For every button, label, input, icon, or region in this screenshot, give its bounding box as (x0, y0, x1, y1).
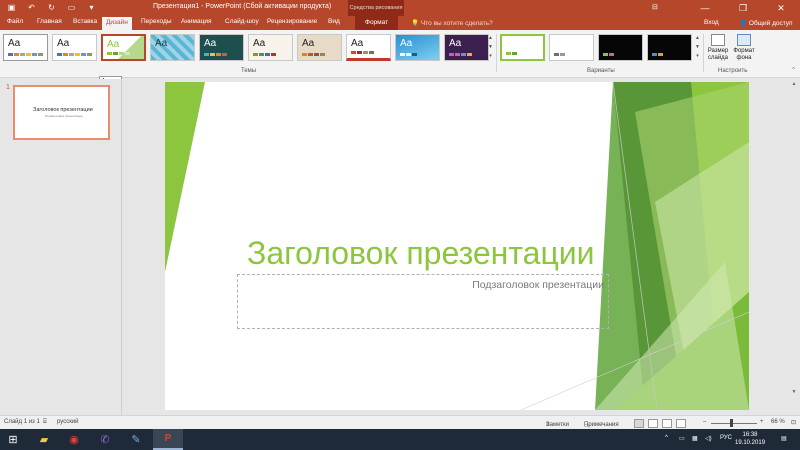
sign-in-link[interactable]: Вход (704, 19, 719, 26)
share-button[interactable]: 👤 Общий доступ (739, 19, 793, 27)
ribbon-tabs: Файл Главная Вставка Дизайн Переходы Ани… (0, 16, 800, 30)
customize-qat-icon[interactable]: ▾ (86, 2, 97, 13)
close-icon[interactable]: ✕ (762, 0, 800, 16)
minimize-icon[interactable]: — (686, 0, 724, 16)
tab-insert[interactable]: Вставка (73, 18, 97, 25)
tab-format[interactable]: Формат (355, 16, 399, 30)
ribbon-separator (496, 34, 497, 72)
zoom-in-icon[interactable]: + (760, 419, 764, 425)
powerpoint-taskbar-icon[interactable]: P (153, 429, 183, 450)
quick-access-toolbar: ▣ ↶ ↻ ▭ ▾ (6, 2, 97, 13)
variant-3[interactable] (598, 34, 643, 61)
zoom-slider-thumb[interactable] (730, 419, 733, 427)
pane-divider[interactable] (121, 79, 122, 415)
slide-size-button[interactable]: Размер слайда (705, 34, 731, 62)
fit-slide-icon[interactable]: ⊡ (791, 419, 796, 426)
slide-size-icon (711, 34, 725, 46)
person-icon: 👤 (739, 20, 748, 27)
clock-date: 19.10.2019 (735, 440, 766, 446)
status-bar: Слайд 1 из 1 ⌸ русский ≡ Заметки ▭ Приме… (0, 415, 800, 429)
theme-office[interactable]: Aa (3, 34, 48, 61)
notifications-icon[interactable]: ▤ (781, 435, 787, 442)
subtitle-placeholder[interactable]: Подзаголовок презентации (237, 274, 609, 329)
zoom-slider-track[interactable] (711, 423, 757, 424)
slideshow-view-icon[interactable] (676, 419, 686, 428)
chrome-icon[interactable]: ◉ (59, 429, 89, 450)
undo-icon[interactable]: ↶ (26, 2, 37, 13)
presentation-icon[interactable]: ▭ (66, 2, 77, 13)
title-bar: ▣ ↶ ↻ ▭ ▾ Презентация1 - PowerPoint (Сбо… (0, 0, 800, 16)
tab-file[interactable]: Файл (7, 18, 23, 25)
scroll-down-icon[interactable]: ▼ (789, 388, 799, 396)
normal-view-icon[interactable] (634, 419, 644, 428)
vertical-scrollbar[interactable]: ▲ ▼ (789, 80, 799, 414)
battery-icon[interactable]: ▭ (679, 435, 685, 442)
variants-scroll[interactable]: ▲ ▼ ▾ (694, 34, 701, 62)
sorter-view-icon[interactable] (648, 419, 658, 428)
slide-canvas[interactable]: Заголовок презентации Подзаголовок презе… (165, 82, 749, 410)
customize-group-label: Настроить (718, 68, 748, 74)
variant-1[interactable] (500, 34, 545, 61)
variants-group-label: Варианты (587, 68, 615, 74)
ribbon: Aa Aa Aa Aa Aa Aa Aa Aa Aa Aa ▲▼▾ Темы (0, 30, 800, 78)
ribbon-separator (703, 34, 704, 72)
themes-group-label: Темы (241, 68, 257, 74)
maximize-icon[interactable]: ❐ (724, 0, 762, 16)
slide-subtitle: Подзаголовок презентации (472, 279, 604, 291)
theme-facet-selected[interactable]: Aa (101, 34, 146, 61)
theme-ion[interactable]: Aa (150, 34, 195, 61)
network-icon[interactable]: ▦ (692, 435, 698, 442)
tab-home[interactable]: Главная (37, 18, 62, 25)
slide-number: 1 (6, 84, 10, 91)
theme-ion-board[interactable]: Aa (199, 34, 244, 61)
tab-review[interactable]: Рецензирование (267, 18, 317, 25)
redo-icon[interactable]: ↻ (46, 2, 57, 13)
theme-office-2[interactable]: Aa (52, 34, 97, 61)
tab-view[interactable]: Вид (328, 18, 340, 25)
reading-view-icon[interactable] (662, 419, 672, 428)
variant-2[interactable] (549, 34, 594, 61)
slide-thumbnail[interactable]: Заголовок презентации Подзаголовок презе… (13, 85, 110, 140)
drawing-tools-header: Средства рисования (348, 0, 404, 16)
file-explorer-icon[interactable]: ▰ (29, 429, 59, 450)
tell-me-search[interactable]: 💡 Что вы хотите сделать? (411, 19, 493, 27)
tray-chevron-icon[interactable]: ^ (665, 435, 668, 441)
clock-time: 16:38 (742, 432, 758, 438)
tab-slideshow[interactable]: Слайд-шоу (225, 18, 259, 25)
slide-title[interactable]: Заголовок презентации (247, 235, 595, 272)
viber-icon[interactable]: ✆ (90, 429, 120, 450)
slide-counter: Слайд 1 из 1 (4, 419, 40, 425)
language-indicator[interactable]: русский (57, 419, 79, 425)
volume-icon[interactable]: ◁) (705, 435, 712, 442)
zoom-out-icon[interactable]: – (703, 419, 706, 425)
theme-gallery[interactable]: Aa (444, 34, 489, 61)
thumb-subtitle: Подзаголовок презентации (45, 114, 83, 118)
lightbulb-icon: 💡 (411, 20, 420, 27)
theme-organic[interactable]: Aa (248, 34, 293, 61)
theme-wisp[interactable]: Aa (395, 34, 440, 61)
thumb-title: Заголовок презентации (33, 107, 93, 113)
clock[interactable]: 16:38 19.10.2019 (735, 431, 765, 447)
windows-taskbar: ⊞ ▰ ◉ ✆ ✎ P ^ ▭ ▦ ◁) РУС 16:38 19.10.201… (0, 429, 800, 450)
spellcheck-icon[interactable]: ⌸ (43, 419, 47, 426)
save-icon[interactable]: ▣ (6, 2, 17, 13)
themes-scroll[interactable]: ▲ ▼ ▾ (487, 34, 494, 62)
tab-design[interactable]: Дизайн (102, 17, 132, 30)
paint-icon[interactable]: ✎ (121, 429, 151, 450)
theme-slice[interactable]: Aa (346, 34, 391, 61)
scroll-up-icon[interactable]: ▲ (789, 80, 799, 88)
zoom-level[interactable]: 66 % (771, 419, 785, 425)
input-language[interactable]: РУС (720, 435, 732, 441)
theme-retrospect[interactable]: Aa (297, 34, 342, 61)
window-controls: — ❐ ✕ (686, 0, 800, 16)
tab-transitions[interactable]: Переходы (141, 18, 172, 25)
ribbon-display-icon[interactable]: ⊟ (652, 3, 658, 11)
tab-animation[interactable]: Анимация (181, 18, 212, 25)
start-icon[interactable]: ⊞ (0, 429, 26, 450)
slide-thumbnails-pane: 1 Заголовок презентации Подзаголовок пре… (0, 79, 122, 415)
format-background-icon (737, 34, 751, 46)
window-title: Презентация1 - PowerPoint (Сбой активаци… (153, 3, 332, 10)
format-background-button[interactable]: Формат фона (731, 34, 757, 62)
variant-4[interactable] (647, 34, 692, 61)
